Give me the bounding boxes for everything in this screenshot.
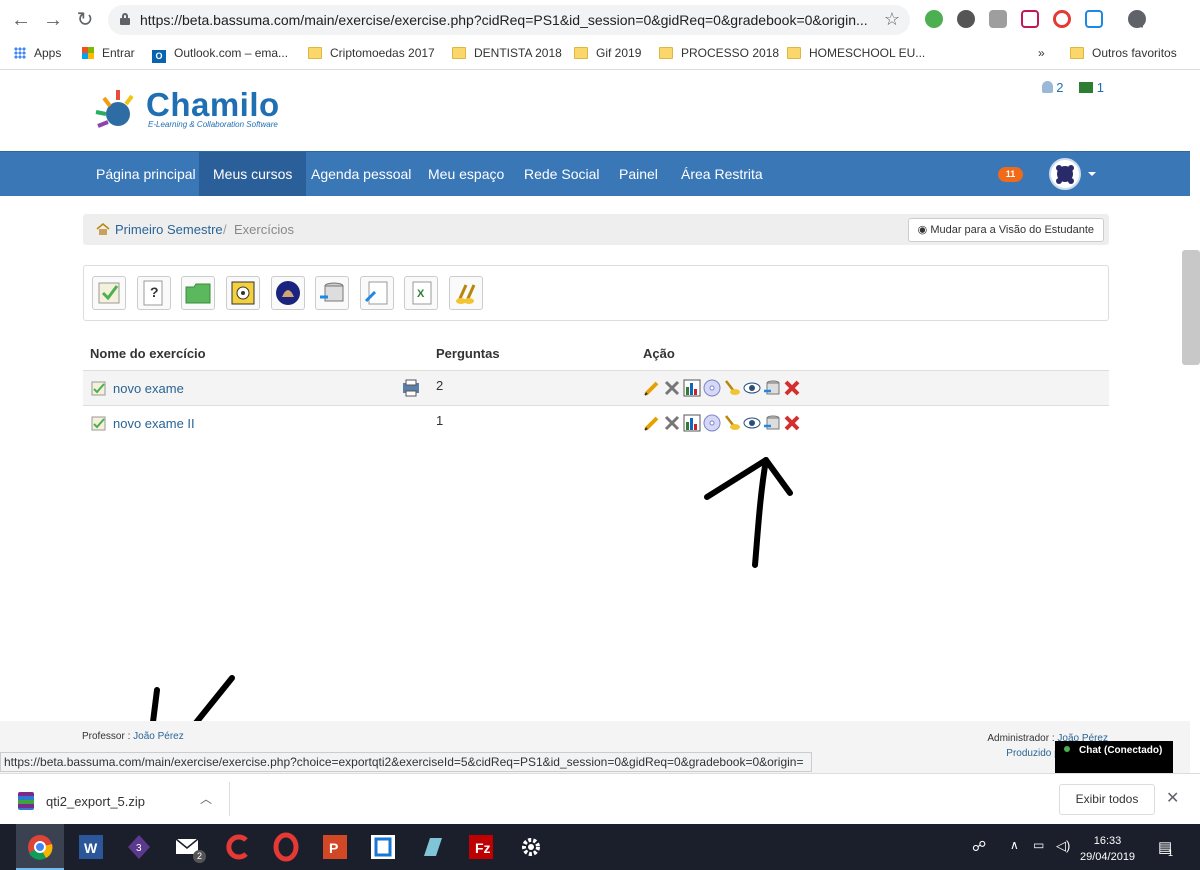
windows-taskbar: W 3 2 P Fz ☍ ∧ ▭ ◁) 16:33 29/04/2019 ▤ 1 (0, 824, 1200, 870)
app-hexagon-icon[interactable]: 3 (124, 832, 154, 862)
app-crystal-icon[interactable] (418, 832, 448, 862)
footer-teacher: Professor : João Pérez (82, 731, 184, 742)
chevron-up-tray-icon[interactable]: ∧ (1010, 838, 1019, 852)
svg-text:Fz: Fz (475, 840, 491, 856)
volume-icon[interactable]: ◁) (1056, 838, 1070, 854)
filezilla-icon[interactable]: Fz (466, 832, 496, 862)
ccleaner-icon[interactable] (224, 832, 254, 862)
svg-text:P: P (329, 840, 338, 856)
opera-icon[interactable] (271, 832, 301, 862)
status-bar-url: https://beta.bassuma.com/main/exercise/e… (0, 752, 812, 772)
network-icon[interactable]: ▭ (1033, 838, 1044, 852)
teacher-link[interactable]: João Pérez (133, 731, 184, 742)
chat-widget[interactable]: Chat (Conectado) (1055, 741, 1173, 773)
close-icon[interactable]: ✕ (1166, 788, 1179, 808)
chevron-up-icon[interactable]: ︿ (200, 790, 212, 807)
scrollbar-thumb[interactable] (1182, 250, 1200, 365)
download-divider (229, 782, 230, 816)
online-dot-icon (1064, 746, 1070, 752)
download-item[interactable]: qti2_export_5.zip (18, 792, 145, 810)
powerpoint-icon[interactable]: P (320, 832, 350, 862)
show-all-downloads-button[interactable]: Exibir todos (1059, 784, 1155, 815)
archive-file-icon (18, 792, 34, 810)
scrollbar-track[interactable] (1190, 151, 1200, 773)
system-clock[interactable]: 16:33 29/04/2019 (1080, 833, 1135, 865)
people-icon[interactable]: ☍ (972, 838, 986, 855)
notification-count-badge: 1 (1168, 848, 1174, 858)
svg-text:W: W (84, 840, 98, 856)
svg-text:3: 3 (136, 843, 142, 854)
settings-gear-icon[interactable] (516, 832, 546, 862)
chrome-icon[interactable] (25, 832, 55, 862)
mail-badge: 2 (193, 850, 206, 863)
download-bar: qti2_export_5.zip ︿ Exibir todos ✕ (0, 773, 1200, 824)
word-icon[interactable]: W (76, 832, 106, 862)
app-bracket-icon[interactable] (368, 832, 398, 862)
